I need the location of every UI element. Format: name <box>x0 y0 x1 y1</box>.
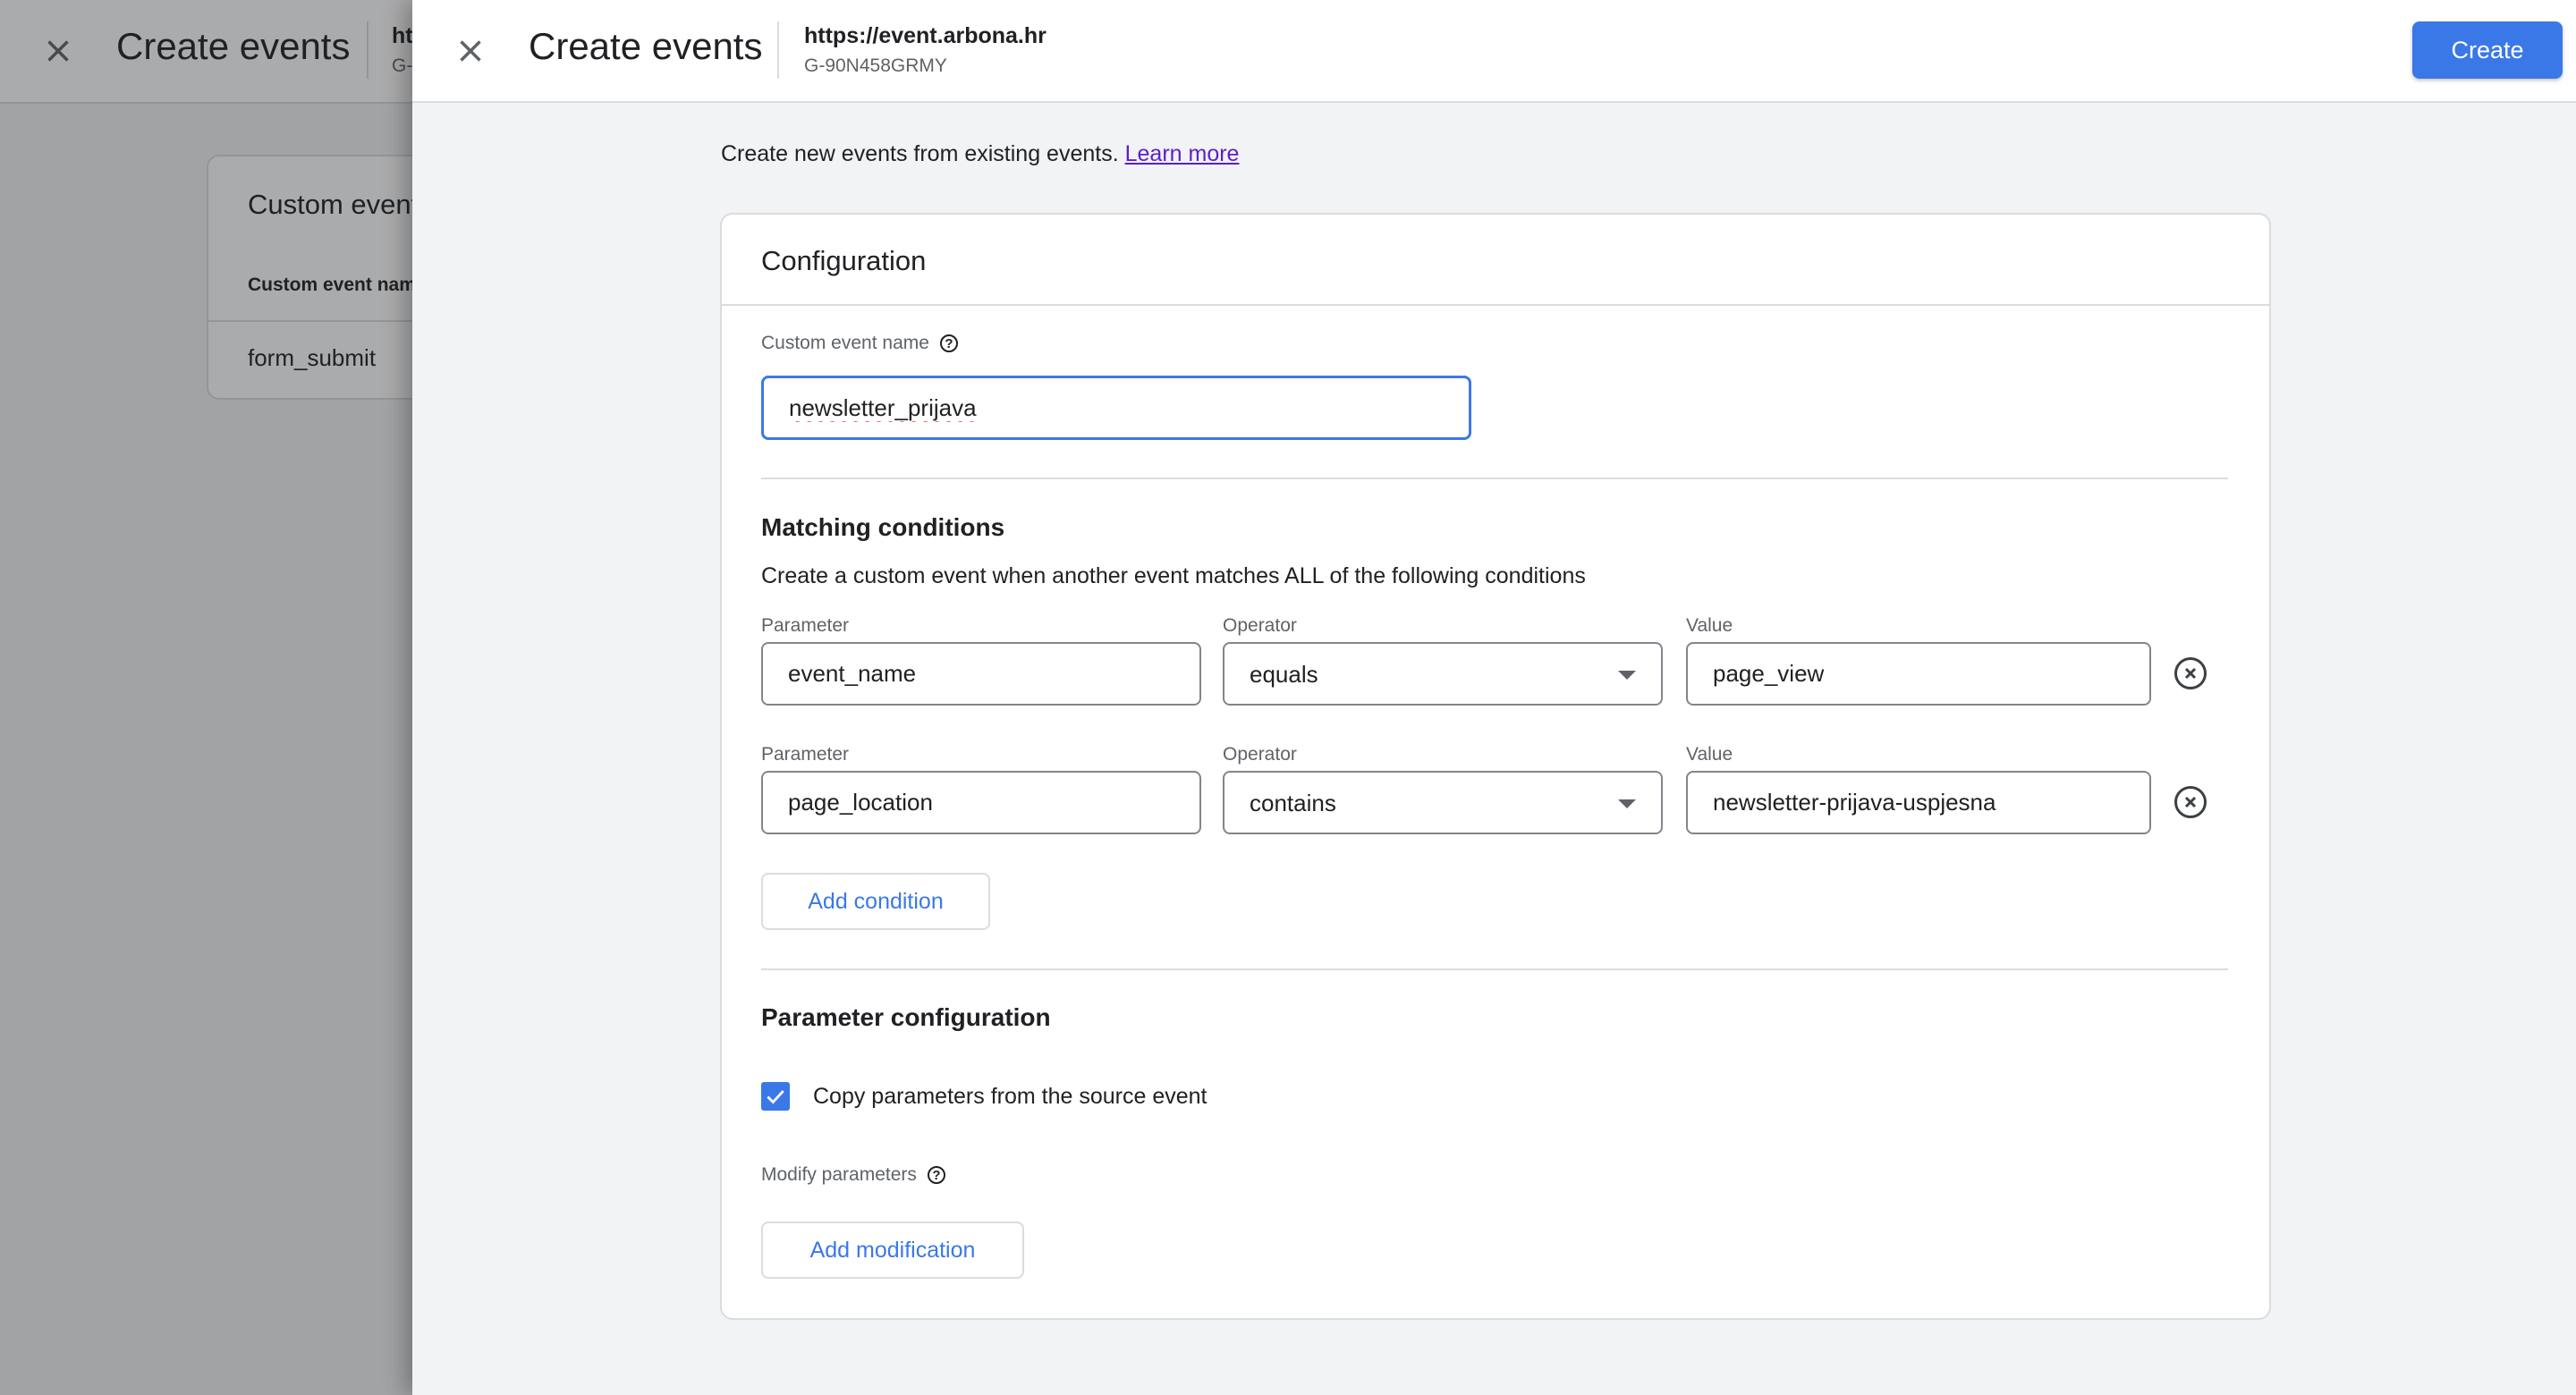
operator-value: equals <box>1250 661 1318 688</box>
value-input[interactable] <box>1688 644 2149 704</box>
card-header-divider <box>722 304 2269 306</box>
learn-more-link[interactable]: Learn more <box>1125 141 1240 166</box>
modify-parameters-label-text: Modify parameters <box>761 1164 917 1185</box>
matching-conditions-title: Matching conditions <box>761 513 1005 541</box>
value-input[interactable] <box>1688 773 2149 833</box>
parameter-field[interactable] <box>761 642 1201 706</box>
remove-condition-button[interactable] <box>2174 657 2207 689</box>
value-label: Value <box>1686 744 1733 765</box>
operator-label: Operator <box>1223 615 1297 636</box>
configuration-title: Configuration <box>761 245 927 276</box>
create-events-panel: Create events https://event.arbona.hr G-… <box>412 0 2576 1395</box>
remove-circle-icon <box>2184 796 2197 808</box>
value-field[interactable] <box>1686 642 2151 706</box>
header-divider <box>777 21 779 79</box>
custom-event-name-label: Custom event name ? <box>761 333 958 354</box>
parameter-field[interactable] <box>761 771 1201 834</box>
panel-header: Create events https://event.arbona.hr G-… <box>412 0 2576 103</box>
parameter-input[interactable] <box>763 644 1199 704</box>
help-icon[interactable]: ? <box>939 334 958 352</box>
remove-condition-button[interactable] <box>2174 786 2207 818</box>
check-icon <box>767 1090 784 1104</box>
add-condition-button[interactable]: Add condition <box>761 873 990 930</box>
create-button[interactable]: Create <box>2412 21 2563 79</box>
parameter-configuration-title: Parameter configuration <box>761 1003 1051 1031</box>
property-id: G-90N458GRMY <box>804 55 947 76</box>
copy-parameters-checkbox-row[interactable]: Copy parameters from the source event <box>761 1082 1207 1111</box>
parameter-label: Parameter <box>761 744 850 765</box>
intro-text: Create new events from existing events. … <box>721 141 1239 167</box>
section-divider <box>761 478 2228 479</box>
caret-down-icon <box>1618 799 1636 808</box>
intro-description: Create new events from existing events. <box>721 141 1119 166</box>
help-icon[interactable]: ? <box>927 1166 945 1184</box>
operator-select[interactable]: contains <box>1223 771 1663 834</box>
panel-title: Create events <box>529 25 763 67</box>
custom-event-name-field[interactable] <box>761 376 1471 440</box>
modify-parameters-label: Modify parameters ? <box>761 1164 945 1186</box>
parameter-input[interactable] <box>763 773 1199 833</box>
value-field[interactable] <box>1686 771 2151 834</box>
matching-conditions-description: Create a custom event when another event… <box>761 563 1586 588</box>
custom-event-name-label-text: Custom event name <box>761 333 929 353</box>
custom-event-name-input[interactable] <box>764 378 1469 437</box>
copy-parameters-checkbox[interactable] <box>761 1082 790 1111</box>
caret-down-icon <box>1618 671 1636 680</box>
operator-label: Operator <box>1223 744 1297 765</box>
condition-row: Parameter Operator equals Value <box>761 615 2246 714</box>
condition-row: Parameter Operator contains Value <box>761 744 2246 842</box>
remove-circle-icon <box>2184 667 2197 680</box>
section-divider <box>761 968 2228 970</box>
copy-parameters-label: Copy parameters from the source event <box>813 1083 1208 1109</box>
parameter-label: Parameter <box>761 615 850 636</box>
site-url: https://event.arbona.hr <box>804 23 1046 48</box>
value-label: Value <box>1686 615 1733 636</box>
close-button[interactable] <box>452 32 489 70</box>
operator-value: contains <box>1250 790 1336 816</box>
close-icon <box>460 40 481 62</box>
operator-select[interactable]: equals <box>1223 642 1663 706</box>
configuration-card: Configuration Custom event name ? Matchi… <box>720 213 2271 1320</box>
add-modification-button[interactable]: Add modification <box>761 1222 1024 1279</box>
